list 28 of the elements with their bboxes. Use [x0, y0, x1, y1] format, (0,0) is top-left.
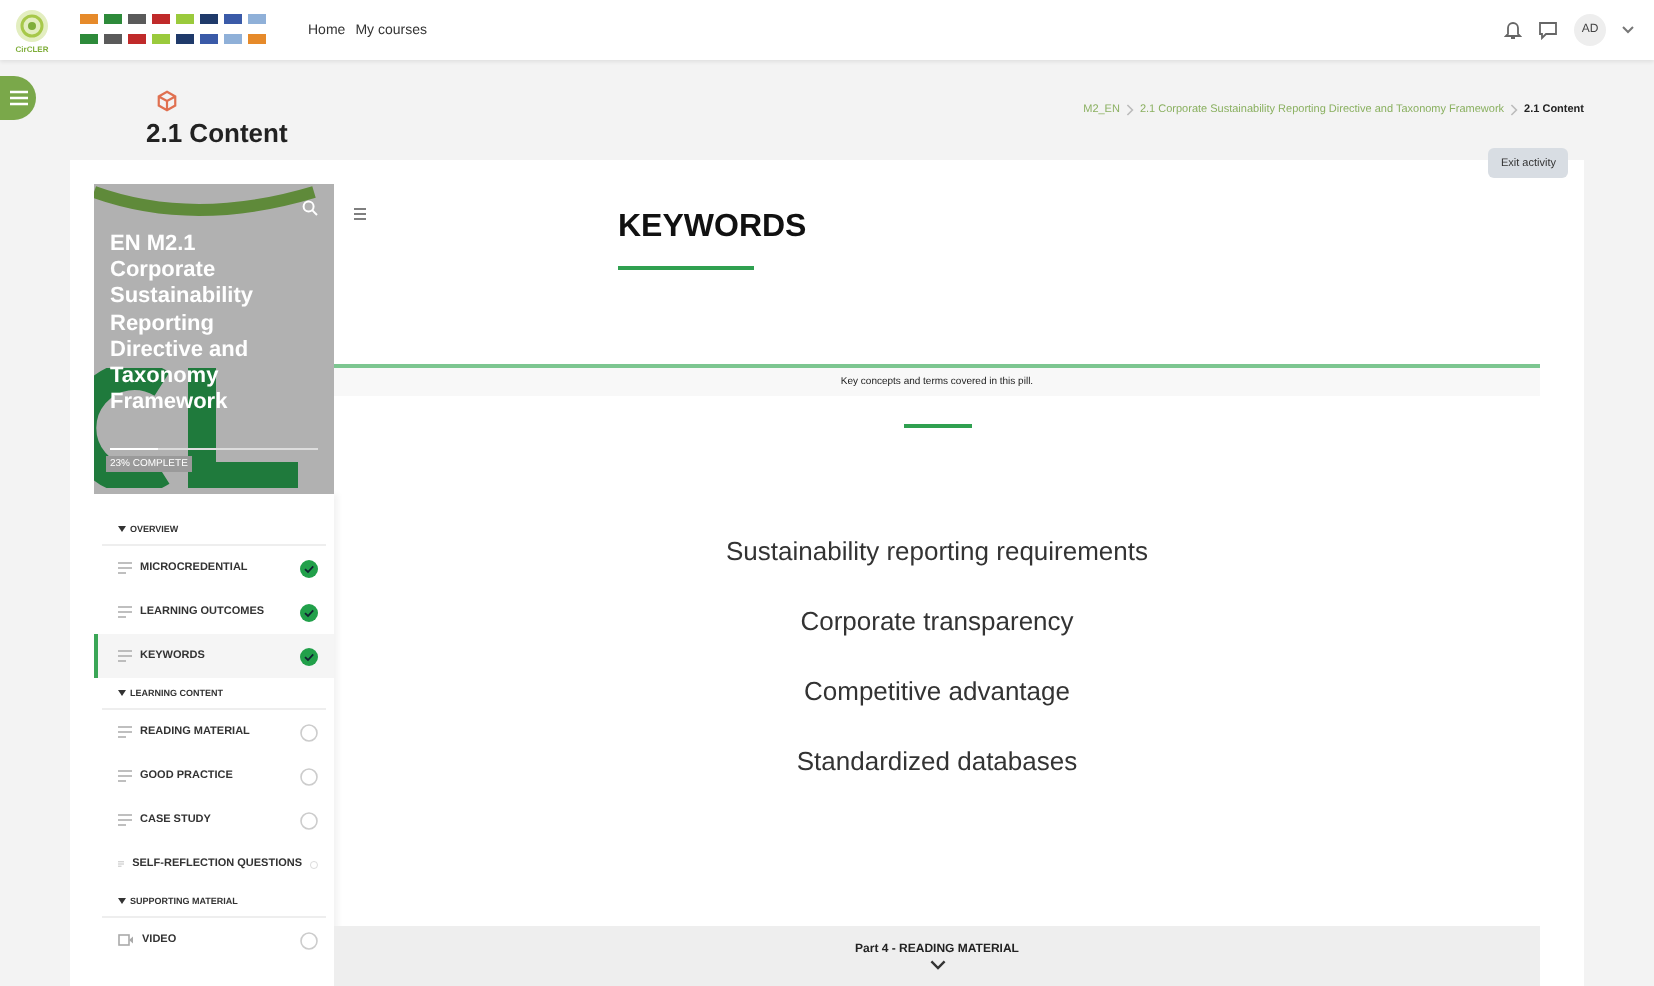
- logo-circle-icon: [14, 7, 50, 43]
- keyword-text: Sustainability reporting requirements: [726, 534, 1148, 570]
- search-icon[interactable]: [302, 200, 318, 216]
- keyword-text: Competitive advantage: [804, 674, 1070, 710]
- lesson-heading: KEYWORDS: [618, 210, 807, 246]
- text-lines-icon: [118, 606, 132, 618]
- chevron-down-icon: [929, 959, 945, 969]
- menu-icon[interactable]: [354, 208, 366, 220]
- video-icon: [118, 934, 134, 946]
- course-index-button[interactable]: [0, 76, 36, 120]
- chevron-right-icon: [1510, 104, 1519, 116]
- caret-down-icon: [118, 690, 126, 696]
- keyword-text: Standardized databases: [796, 744, 1078, 780]
- list-icon: [9, 90, 27, 106]
- chat-icon[interactable]: [1538, 20, 1558, 40]
- text-lines-icon: [118, 770, 132, 782]
- caret-down-icon: [118, 898, 126, 904]
- chevron-right-icon: [1125, 104, 1134, 116]
- cube-icon: [156, 89, 178, 111]
- text-lines-icon: [118, 726, 132, 738]
- caret-down-icon: [118, 526, 126, 532]
- page-title: 2.1 Content: [146, 117, 288, 147]
- keyword-text: Corporate transparency: [800, 604, 1074, 640]
- text-lines-icon: [118, 814, 132, 826]
- text-lines-icon: [118, 650, 132, 662]
- caret-icon[interactable]: [1622, 26, 1634, 34]
- text-lines-icon: [118, 562, 132, 574]
- bell-icon[interactable]: [1504, 20, 1522, 40]
